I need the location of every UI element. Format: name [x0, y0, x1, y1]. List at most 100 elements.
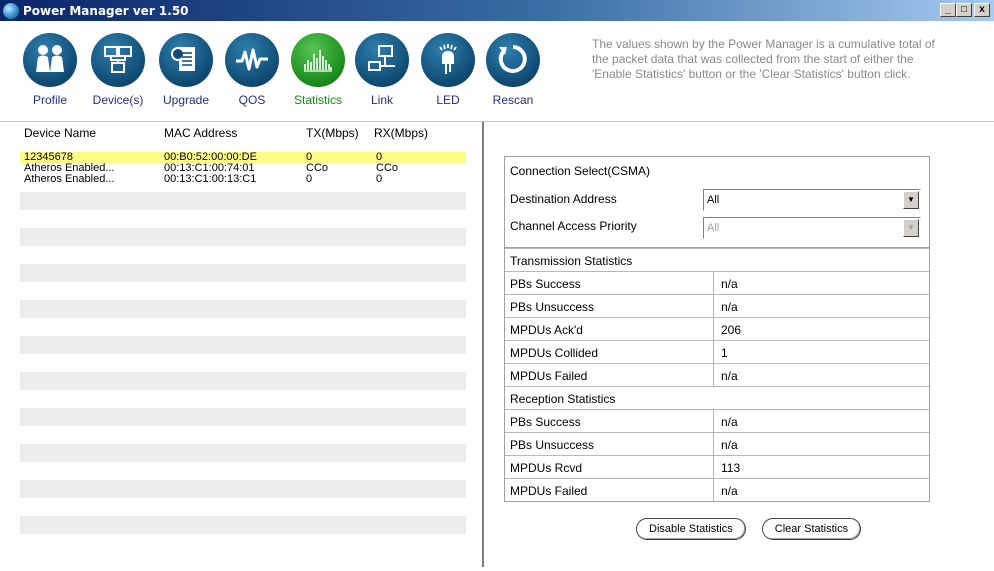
statistics-panel: Connection Select(CSMA) Destination Addr…	[504, 156, 930, 502]
stat-row: MPDUs Ack'd 206	[505, 317, 929, 340]
stat-row: MPDUs Failed n/a	[505, 363, 929, 386]
devices-label: Device(s)	[92, 93, 144, 107]
device-name: Atheros Enabled...	[24, 173, 115, 185]
qos-label: QOS	[238, 93, 266, 107]
stat-label: PBs Unsuccess	[510, 438, 595, 452]
device-tx: 0	[306, 173, 313, 185]
stat-label: MPDUs Failed	[510, 369, 588, 383]
stat-row: MPDUs Collided 1	[505, 340, 929, 363]
waveform-icon	[236, 48, 268, 71]
reception-header: Reception Statistics	[510, 392, 616, 406]
window-controls: _ □ x	[940, 3, 990, 17]
profile-tool[interactable]: Profile	[20, 33, 80, 107]
disable-statistics-button[interactable]: Disable Statistics	[636, 518, 746, 540]
stat-row: PBs Unsuccess n/a	[505, 294, 929, 317]
column-tx[interactable]: TX(Mbps)	[306, 126, 359, 140]
toolbar: Profile Device(s) Upgrade QOS Statistics	[0, 21, 994, 121]
stat-label: MPDUs Collided	[510, 346, 599, 360]
link-label: Link	[370, 93, 393, 107]
stat-value: n/a	[721, 300, 738, 314]
column-rx[interactable]: RX(Mbps)	[374, 126, 428, 140]
stat-label: PBs Unsuccess	[510, 300, 595, 314]
empty-row	[20, 336, 466, 354]
empty-row	[20, 372, 466, 390]
statistics-tool[interactable]: Statistics	[288, 33, 348, 107]
led-icon	[439, 44, 457, 74]
device-rx: 0	[376, 173, 383, 185]
chevron-down-icon: ▼	[903, 219, 919, 237]
empty-row	[20, 516, 466, 534]
statistics-info-text: The values shown by the Power Manager is…	[592, 37, 935, 81]
transmission-header: Transmission Statistics	[510, 254, 633, 268]
qos-tool[interactable]: QOS	[222, 33, 282, 107]
device-list-panel: Device Name MAC Address TX(Mbps) RX(Mbps…	[8, 122, 484, 567]
stat-value: 1	[721, 346, 728, 360]
stat-value: n/a	[721, 277, 738, 291]
chevron-down-icon[interactable]: ▼	[903, 191, 919, 209]
globe-icon	[3, 2, 19, 19]
destination-address-select[interactable]: All ▼	[703, 189, 921, 211]
column-device-name[interactable]: Device Name	[24, 126, 96, 140]
title-bar: Power Manager ver 1.50 _ □ x	[0, 0, 994, 21]
stat-row: PBs Success n/a	[505, 271, 929, 294]
connection-header: Connection Select(CSMA)	[510, 164, 651, 178]
rescan-icon	[498, 45, 527, 73]
minimize-button[interactable]: _	[940, 3, 956, 17]
reception-header-row: Reception Statistics	[505, 386, 929, 409]
stat-label: MPDUs Failed	[510, 484, 588, 498]
statistics-buttons: Disable Statistics Clear Statistics	[636, 518, 862, 540]
upgrade-label: Upgrade	[162, 93, 210, 107]
network-devices-icon	[104, 46, 132, 73]
stat-row: PBs Unsuccess n/a	[505, 432, 929, 455]
statistics-icon	[304, 50, 332, 72]
stat-value: 206	[721, 323, 742, 337]
stat-label: MPDUs Rcvd	[510, 461, 583, 475]
people-icon	[36, 45, 64, 72]
stat-label: PBs Success	[510, 277, 581, 291]
maximize-button[interactable]: □	[956, 3, 972, 17]
device-row[interactable]: Atheros Enabled... 00:13:C1:00:13:C1 0 0	[20, 174, 466, 185]
link-icon	[368, 45, 395, 71]
upgrade-icon	[171, 47, 195, 71]
stat-row: PBs Success n/a	[505, 409, 929, 432]
destination-address-value: All	[707, 194, 720, 206]
clear-statistics-button[interactable]: Clear Statistics	[761, 518, 862, 540]
led-label: LED	[436, 93, 460, 107]
empty-row	[20, 192, 466, 210]
statistics-label: Statistics	[293, 93, 342, 107]
rescan-label: Rescan	[492, 93, 534, 107]
channel-priority-label: Channel Access Priority	[510, 219, 637, 233]
stat-row: MPDUs Rcvd 113	[505, 455, 929, 478]
empty-row	[20, 444, 466, 462]
window-title: Power Manager ver 1.50	[23, 3, 189, 18]
link-tool[interactable]: Link	[352, 33, 412, 107]
stat-value: 113	[721, 461, 741, 475]
channel-priority-select: All ▼	[703, 217, 921, 239]
led-tool[interactable]: LED	[418, 33, 478, 107]
devices-tool[interactable]: Device(s)	[88, 33, 148, 107]
stat-value: n/a	[721, 484, 738, 498]
empty-row	[20, 480, 466, 498]
empty-row	[20, 228, 466, 246]
connection-select-box: Connection Select(CSMA) Destination Addr…	[504, 156, 930, 248]
column-mac-address[interactable]: MAC Address	[164, 126, 237, 140]
upgrade-tool[interactable]: Upgrade	[156, 33, 216, 107]
stats-table: Transmission Statistics PBs Success n/a P…	[504, 248, 930, 502]
empty-row	[20, 264, 466, 282]
destination-address-label: Destination Address	[510, 192, 617, 206]
stat-value: n/a	[721, 438, 738, 452]
rescan-tool[interactable]: Rescan	[483, 33, 543, 107]
device-mac: 00:13:C1:00:13:C1	[164, 173, 257, 185]
stat-value: n/a	[721, 369, 738, 383]
stat-value: n/a	[721, 415, 738, 429]
close-button[interactable]: x	[974, 3, 990, 17]
transmission-header-row: Transmission Statistics	[505, 248, 929, 271]
empty-row	[20, 408, 466, 426]
stat-row: MPDUs Failed n/a	[505, 478, 929, 501]
profile-label: Profile	[32, 93, 67, 107]
device-rows: 12345678 00:B0:52:00:00:DE 0 0 Atheros E…	[20, 152, 466, 185]
stat-label: MPDUs Ack'd	[510, 323, 583, 337]
empty-row	[20, 300, 466, 318]
channel-priority-value: All	[707, 222, 720, 234]
stat-label: PBs Success	[510, 415, 581, 429]
